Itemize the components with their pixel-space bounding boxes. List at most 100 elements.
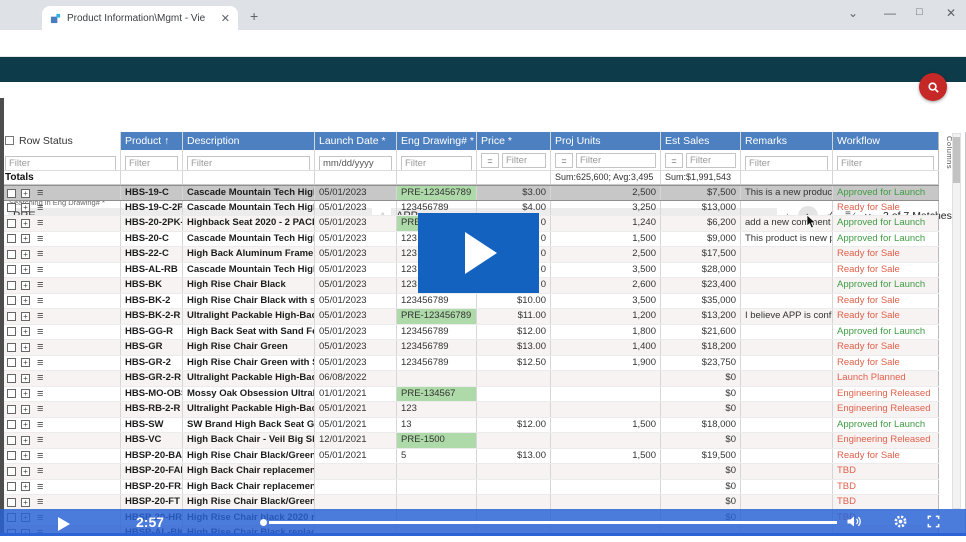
row-menu-icon[interactable]: ≡ [37,294,43,309]
column-header-launch-date[interactable]: Launch Date * [315,132,397,150]
search-fab-button[interactable] [919,73,947,101]
browser-tab[interactable]: Product Information\Mgmt - Vie ✕ [42,6,238,30]
filter-est-sales[interactable] [686,153,736,168]
row-checkbox[interactable] [7,188,16,198]
row-expand-icon[interactable]: + [21,497,30,507]
row-expand-icon[interactable]: + [21,420,30,430]
row-expand-icon[interactable]: + [21,389,30,399]
column-header-row-status[interactable]: Row Status [1,132,121,150]
row-expand-icon[interactable]: + [21,249,30,259]
row-checkbox[interactable] [7,420,16,430]
row-expand-icon[interactable]: + [21,327,30,337]
vertical-scrollbar[interactable] [952,133,961,509]
row-checkbox[interactable] [7,342,16,352]
column-header-remarks[interactable]: Remarks [741,132,833,150]
price-operator-select[interactable]: = [481,153,499,168]
row-expand-icon[interactable]: + [21,482,30,492]
row-menu-icon[interactable]: ≡ [37,433,43,448]
row-menu-icon[interactable]: ≡ [37,480,43,495]
filter-remarks[interactable] [745,156,828,170]
volume-icon[interactable] [846,514,863,529]
row-checkbox[interactable] [7,404,16,414]
column-header-eng-drawing[interactable]: Eng Drawing# * [397,132,477,150]
window-minimize-icon[interactable]: — [884,6,896,20]
table-row[interactable]: + ≡ HBS-RB-2-R Ultralight Packable High-B… [1,402,939,418]
row-expand-icon[interactable]: + [21,234,30,244]
row-menu-icon[interactable]: ≡ [37,340,43,355]
table-row[interactable]: + ≡ HBS-GR High Rise Chair Green 05/01/20… [1,340,939,356]
row-checkbox[interactable] [7,466,16,476]
table-row[interactable]: +≡ HBS-19-C Cascade Mountain Tech High R… [1,185,939,201]
row-menu-icon[interactable]: ≡ [37,418,43,433]
column-header-description[interactable]: Description [183,132,315,150]
row-menu-icon[interactable]: ≡ [37,387,43,402]
table-row[interactable]: +≡ HBS-GG-R High Back Seat with Sand Fee… [1,324,939,340]
row-expand-icon[interactable]: + [21,311,30,321]
row-checkbox[interactable] [7,265,16,275]
column-header-est-sales[interactable]: Est Sales [661,132,741,150]
row-expand-icon[interactable]: + [21,451,30,461]
table-row[interactable]: + ≡ HBS-BK-2-R Ultralight Packable High-B… [1,309,939,325]
table-row[interactable]: +≡ HBS-VC High Back Chair - Veil Big Sky… [1,433,939,449]
sales-operator-select[interactable]: = [665,153,683,168]
row-menu-icon[interactable]: ≡ [37,356,43,371]
row-expand-icon[interactable]: + [21,296,30,306]
row-checkbox[interactable] [7,296,16,306]
column-header-price[interactable]: Price * [477,132,551,150]
table-row[interactable]: +≡ HBS-SW SW Brand High Back Seat Green … [1,417,939,433]
row-expand-icon[interactable]: + [21,435,30,445]
window-maximize-icon[interactable]: □ [916,6,923,18]
row-menu-icon[interactable]: ≡ [37,263,43,278]
row-expand-icon[interactable]: + [21,342,30,352]
row-checkbox[interactable] [7,435,16,445]
row-checkbox[interactable] [7,203,16,213]
row-menu-icon[interactable]: ≡ [37,325,43,340]
row-menu-icon[interactable]: ≡ [37,186,43,200]
select-all-checkbox[interactable] [5,136,14,145]
fullscreen-icon[interactable] [926,514,941,529]
filter-proj-units[interactable] [576,153,656,168]
row-checkbox[interactable] [7,234,16,244]
filter-row-status[interactable] [5,156,116,170]
table-row[interactable]: + ≡ HBSP-20-FR... High Back Chair replace… [1,479,939,495]
row-menu-icon[interactable]: ≡ [37,278,43,293]
row-menu-icon[interactable]: ≡ [37,247,43,262]
tab-close-icon[interactable]: ✕ [221,12,230,25]
filter-eng-drawing[interactable] [401,156,472,170]
row-menu-icon[interactable]: ≡ [37,232,43,247]
row-expand-icon[interactable]: + [21,280,30,290]
row-checkbox[interactable] [7,373,16,383]
video-play-overlay[interactable] [418,213,539,293]
row-expand-icon[interactable]: + [21,466,30,476]
filter-launch-date[interactable] [319,156,392,170]
row-checkbox[interactable] [7,389,16,399]
video-play-button[interactable] [58,517,70,531]
row-menu-icon[interactable]: ≡ [37,495,43,510]
row-expand-icon[interactable]: + [21,218,30,228]
scrollbar-thumb[interactable] [953,137,960,183]
filter-price[interactable] [502,153,546,168]
row-checkbox[interactable] [7,249,16,259]
row-menu-icon[interactable]: ≡ [37,402,43,417]
row-checkbox[interactable] [7,497,16,507]
row-menu-icon[interactable]: ≡ [37,309,43,324]
window-close-icon[interactable]: ✕ [946,6,956,20]
progress-handle[interactable] [260,519,267,526]
row-expand-icon[interactable]: + [21,265,30,275]
row-checkbox[interactable] [7,451,16,461]
row-checkbox[interactable] [7,218,16,228]
filter-workflow[interactable] [837,156,934,170]
row-checkbox[interactable] [7,327,16,337]
row-menu-icon[interactable]: ≡ [37,201,43,216]
row-menu-icon[interactable]: ≡ [37,371,43,386]
column-header-product[interactable]: Product ↑ [121,132,183,150]
row-checkbox[interactable] [7,311,16,321]
row-expand-icon[interactable]: + [21,203,30,213]
units-operator-select[interactable]: = [555,153,573,168]
row-menu-icon[interactable]: ≡ [37,449,43,464]
table-row[interactable]: +≡ HBS-MO-OBS Mossy Oak Obsession Ultral… [1,386,939,402]
table-row[interactable]: + ≡ HBS-BK-2 High Rise Chair Black with s… [1,293,939,309]
new-tab-button[interactable]: + [250,8,258,24]
row-expand-icon[interactable]: + [21,358,30,368]
column-header-proj-units[interactable]: Proj Units [551,132,661,150]
